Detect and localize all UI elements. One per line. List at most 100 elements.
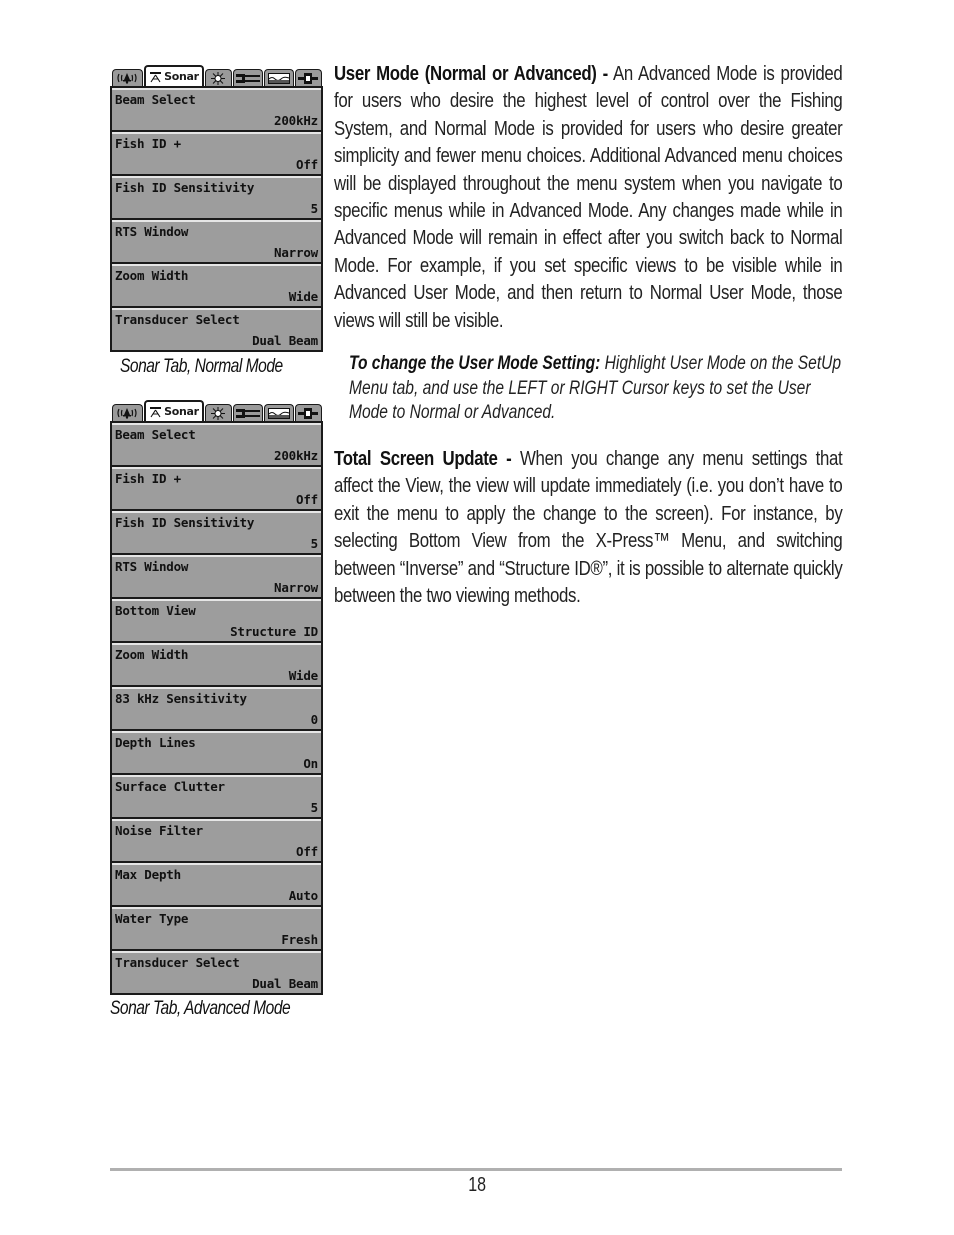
navigation-light-icon <box>211 71 226 85</box>
menu-row-zoom-width[interactable]: Zoom Width Wide <box>112 643 321 685</box>
tab-setup[interactable] <box>232 69 263 86</box>
row-value: On <box>303 756 318 771</box>
user-mode-heading: User Mode (Normal or Advanced) - <box>334 62 608 85</box>
tab-accessories[interactable] <box>294 404 322 421</box>
row-value: 200kHz <box>274 113 318 128</box>
row-value: Wide <box>288 668 319 683</box>
menu-row-rts-window[interactable]: RTS Window Narrow <box>112 555 321 597</box>
row-label: Surface Clutter <box>115 779 225 794</box>
row-value: Narrow <box>274 580 318 595</box>
menu-tab-bar: Sonar <box>110 400 323 421</box>
menu-row-max-depth[interactable]: Max Depth Auto <box>112 863 321 905</box>
sonar-icon <box>150 71 162 82</box>
menu-row-zoom-width[interactable]: Zoom Width Wide <box>112 264 321 306</box>
row-value: Narrow <box>274 245 318 260</box>
tab-accessories[interactable] <box>294 69 322 86</box>
row-value: Dual Beam <box>252 976 318 991</box>
row-value: 5 <box>310 201 319 216</box>
menu-row-water-type[interactable]: Water Type Fresh <box>112 907 321 949</box>
tab-navigation[interactable] <box>204 404 232 421</box>
row-value: Wide <box>288 289 319 304</box>
menu-row-beam-select[interactable]: Beam Select 200kHz <box>112 88 321 130</box>
row-label: Max Depth <box>115 867 181 882</box>
views-icon <box>267 407 290 419</box>
menu-row-transducer-select[interactable]: Transducer Select Dual Beam <box>112 308 321 350</box>
menu-row-noise-filter[interactable]: Noise Filter Off <box>112 819 321 861</box>
views-icon <box>267 72 290 84</box>
row-label: Bottom View <box>115 603 196 618</box>
menu-row-fish-id-sensitivity[interactable]: Fish ID Sensitivity 5 <box>112 176 321 218</box>
row-value: Auto <box>288 888 319 903</box>
row-label: RTS Window <box>115 559 189 574</box>
page-number: 18 <box>0 1174 954 1197</box>
tab-setup[interactable] <box>232 404 263 421</box>
tab-sonar-label: Sonar <box>164 70 199 83</box>
figure-caption-advanced: Sonar Tab, Advanced Mode <box>110 998 291 1019</box>
user-mode-body: An Advanced Mode is provided for users w… <box>334 62 843 332</box>
menu-rows: Beam Select 200kHz Fish ID + Off Fish ID S… <box>110 86 323 352</box>
menu-rows: Beam Select 200kHz Fish ID + Off Fish ID S… <box>110 421 323 995</box>
alarm-bell-icon <box>117 73 138 84</box>
row-value: Off <box>296 844 318 859</box>
sonar-icon <box>150 406 162 417</box>
row-label: Transducer Select <box>115 312 240 327</box>
tab-sonar[interactable]: Sonar <box>143 65 204 86</box>
row-label: Beam Select <box>115 427 196 442</box>
row-value: 200kHz <box>274 448 318 463</box>
menu-row-fish-id-plus[interactable]: Fish ID + Off <box>112 132 321 174</box>
row-label: 83 kHz Sensitivity <box>115 691 247 706</box>
row-value: Dual Beam <box>252 333 318 348</box>
menu-row-bottom-view[interactable]: Bottom View Structure ID <box>112 599 321 641</box>
menu-row-fish-id-plus[interactable]: Fish ID + Off <box>112 467 321 509</box>
row-label: Water Type <box>115 911 189 926</box>
menu-row-beam-select[interactable]: Beam Select 200kHz <box>112 423 321 465</box>
row-label: Zoom Width <box>115 647 189 662</box>
row-value: 5 <box>310 800 319 815</box>
menu-row-83khz-sensitivity[interactable]: 83 kHz Sensitivity 0 <box>112 687 321 729</box>
row-value: Off <box>296 492 318 507</box>
figure-caption-normal: Sonar Tab, Normal Mode <box>120 356 283 377</box>
tab-sonar-label: Sonar <box>164 405 199 418</box>
tab-navigation[interactable] <box>204 69 232 86</box>
row-label: Fish ID + <box>115 471 181 486</box>
tab-alarms[interactable] <box>112 69 143 86</box>
menu-row-depth-lines[interactable]: Depth Lines On <box>112 731 321 773</box>
row-label: Beam Select <box>115 92 196 107</box>
row-label: Depth Lines <box>115 735 196 750</box>
screen-update-body: When you change any menu settings that a… <box>334 447 843 608</box>
menu-row-rts-window[interactable]: RTS Window Narrow <box>112 220 321 262</box>
row-label: Noise Filter <box>115 823 203 838</box>
tab-views[interactable] <box>263 69 294 86</box>
row-value: 0 <box>310 712 319 727</box>
accessories-plug-icon <box>298 407 319 419</box>
menu-row-surface-clutter[interactable]: Surface Clutter 5 <box>112 775 321 817</box>
screen-update-section: Total Screen Update - When you change an… <box>334 445 843 609</box>
footer-divider <box>110 1168 842 1171</box>
row-label: Zoom Width <box>115 268 189 283</box>
menu-row-fish-id-sensitivity[interactable]: Fish ID Sensitivity 5 <box>112 511 321 553</box>
sonar-menu-advanced: Sonar Beam Select 200kHz Fish ID + Off F… <box>110 400 323 995</box>
user-mode-section: User Mode (Normal or Advanced) - An Adva… <box>334 60 843 334</box>
alarm-bell-icon <box>117 408 138 419</box>
row-label: Fish ID Sensitivity <box>115 515 255 530</box>
row-label: Fish ID + <box>115 136 181 151</box>
tab-alarms[interactable] <box>112 404 143 421</box>
row-value: 5 <box>310 536 319 551</box>
row-label: Transducer Select <box>115 955 240 970</box>
tab-views[interactable] <box>263 404 294 421</box>
navigation-light-icon <box>211 406 226 420</box>
row-value: Structure ID <box>230 624 318 639</box>
tab-sonar[interactable]: Sonar <box>143 400 204 421</box>
menu-row-transducer-select[interactable]: Transducer Select Dual Beam <box>112 951 321 993</box>
row-label: Fish ID Sensitivity <box>115 180 255 195</box>
accessories-plug-icon <box>298 72 319 84</box>
page-number-text: 18 <box>468 1174 486 1196</box>
sonar-menu-normal: Sonar Beam Select 200kHz Fish ID + Off F… <box>110 65 323 352</box>
instruction-heading: To change the User Mode Setting: <box>349 353 601 374</box>
screen-update-heading: Total Screen Update - <box>334 447 512 470</box>
menu-tab-bar: Sonar <box>110 65 323 86</box>
user-mode-instruction: To change the User Mode Setting: Highlig… <box>349 352 842 426</box>
row-value: Fresh <box>281 932 318 947</box>
setup-wrench-icon <box>235 73 260 83</box>
row-label: RTS Window <box>115 224 189 239</box>
